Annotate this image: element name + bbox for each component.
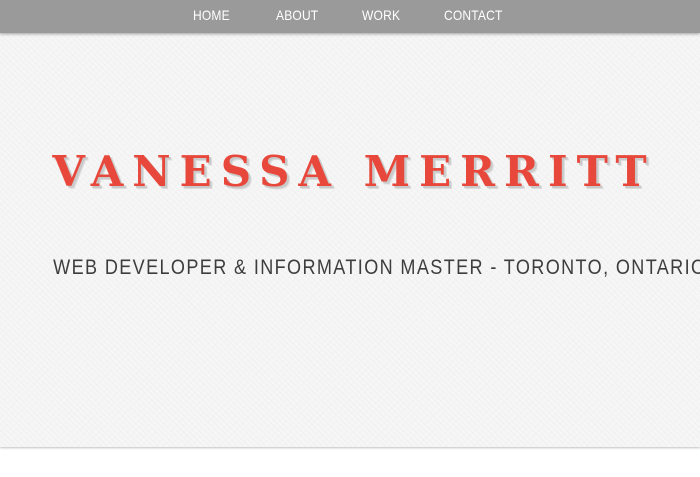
top-navigation-bar: HOME ABOUT WORK CONTACT	[0, 0, 700, 33]
nav-link-home[interactable]: HOME	[193, 0, 230, 33]
hero-tagline-wrapper: WEB DEVELOPER & INFORMATION MASTER - TOR…	[0, 255, 700, 281]
hero-name-heading: VANESSA MERRITT	[52, 147, 656, 196]
nav-link-work[interactable]: WORK	[362, 0, 400, 33]
nav-link-contact[interactable]: CONTACT	[444, 0, 503, 33]
hero-section: VANESSA MERRITT WEB DEVELOPER & INFORMAT…	[0, 33, 700, 447]
nav-link-about[interactable]: ABOUT	[276, 0, 318, 33]
hero-tagline-text: WEB DEVELOPER & INFORMATION MASTER - TOR…	[53, 256, 700, 279]
